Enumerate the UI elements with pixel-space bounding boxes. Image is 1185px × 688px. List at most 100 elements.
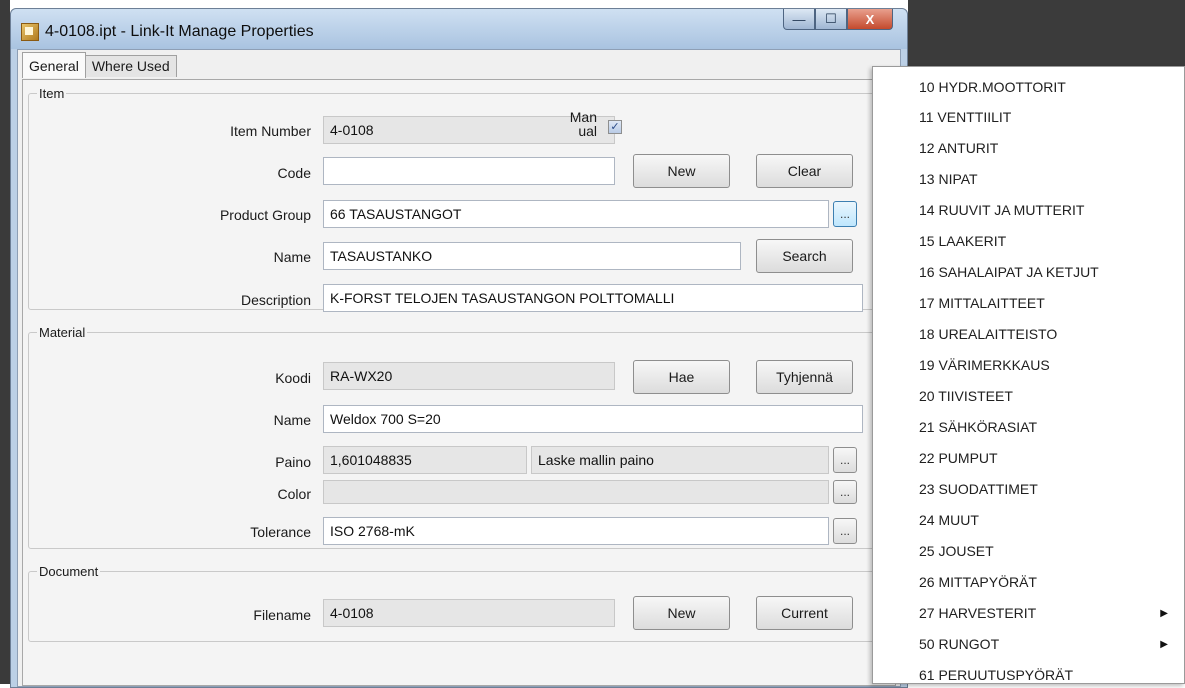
paino-label: Paino xyxy=(275,454,311,470)
item-group-legend: Item xyxy=(39,86,65,101)
material-name-label: Name xyxy=(273,412,311,428)
menu-item-label: 20 TIIVISTEET xyxy=(919,388,1013,404)
menu-item[interactable]: 11 VENTTIILIT xyxy=(873,102,1184,133)
manual-label-line2: ual xyxy=(578,123,597,139)
properties-window: 4-0108.ipt - Link-It Manage Properties —… xyxy=(10,8,908,688)
submenu-arrow-icon: ▶ xyxy=(1160,639,1168,650)
product-group-dropdown: 10 HYDR.MOOTTORIT 11 VENTTIILIT 12 ANTUR… xyxy=(872,66,1185,684)
menu-item-label: 15 LAAKERIT xyxy=(919,233,1007,249)
tolerance-field[interactable] xyxy=(323,517,829,545)
menu-item[interactable]: 27 HARVESTERIT ▶ xyxy=(873,598,1184,629)
item-name-field[interactable] xyxy=(323,242,741,270)
menu-item-label: 17 MITTALAITTEET xyxy=(919,295,1045,311)
menu-item-label: 16 SAHALAIPAT JA KETJUT xyxy=(919,264,1099,280)
item-clear-button[interactable]: Clear xyxy=(756,154,853,188)
document-new-button[interactable]: New xyxy=(633,596,730,630)
menu-item-label: 19 VÄRIMERKKAUS xyxy=(919,357,1050,373)
menu-item[interactable]: 19 VÄRIMERKKAUS xyxy=(873,350,1184,381)
product-group-field[interactable] xyxy=(323,200,829,228)
menu-item[interactable]: 18 UREALAITTEISTO xyxy=(873,319,1184,350)
manual-label-line1: Man xyxy=(569,109,597,125)
general-tab-page: Item Item Number Man ual ✓ Code New Clea… xyxy=(22,79,896,686)
paino-calc-field[interactable] xyxy=(531,446,829,474)
menu-item[interactable]: 22 PUMPUT xyxy=(873,443,1184,474)
hae-button[interactable]: Hae xyxy=(633,360,730,394)
filename-label: Filename xyxy=(253,607,311,623)
minimize-icon[interactable]: — xyxy=(783,9,815,30)
item-number-label: Item Number xyxy=(230,123,311,139)
title-bar[interactable]: 4-0108.ipt - Link-It Manage Properties —… xyxy=(11,9,907,49)
menu-item-label: 23 SUODATTIMET xyxy=(919,481,1038,497)
tyhjenna-button[interactable]: Tyhjennä xyxy=(756,360,853,394)
document-current-button[interactable]: Current xyxy=(756,596,853,630)
description-label: Description xyxy=(240,292,311,308)
app-icon xyxy=(21,23,39,41)
item-name-label: Name xyxy=(273,249,311,265)
menu-item[interactable]: 13 NIPAT xyxy=(873,164,1184,195)
product-group-menu-list: 10 HYDR.MOOTTORIT 11 VENTTIILIT 12 ANTUR… xyxy=(873,67,1184,683)
tolerance-browse-button[interactable]: ... xyxy=(833,518,857,544)
menu-item-label: 18 UREALAITTEISTO xyxy=(919,326,1058,342)
koodi-field[interactable] xyxy=(323,362,615,390)
menu-item-label: 14 RUUVIT JA MUTTERIT xyxy=(919,202,1085,218)
menu-item[interactable]: 50 RUNGOT ▶ xyxy=(873,629,1184,660)
color-label: Color xyxy=(277,486,311,502)
menu-item-label: 13 NIPAT xyxy=(919,171,978,187)
color-field[interactable] xyxy=(323,480,829,504)
submenu-arrow-icon: ▶ xyxy=(1160,608,1168,619)
item-new-button[interactable]: New xyxy=(633,154,730,188)
maximize-icon[interactable]: ☐ xyxy=(815,9,847,30)
menu-item[interactable]: 61 PERUUTUSPYÖRÄT xyxy=(873,660,1184,683)
product-group-label: Product Group xyxy=(219,207,311,223)
menu-item[interactable]: 17 MITTALAITTEET xyxy=(873,288,1184,319)
product-group-browse-button[interactable]: ... xyxy=(833,201,857,227)
menu-item-label: 10 HYDR.MOOTTORIT xyxy=(919,79,1066,95)
menu-item[interactable]: 21 SÄHKÖRASIAT xyxy=(873,412,1184,443)
menu-item[interactable]: 23 SUODATTIMET xyxy=(873,474,1184,505)
filename-field[interactable] xyxy=(323,599,615,627)
material-group: Material xyxy=(28,325,886,549)
paino-field[interactable] xyxy=(323,446,527,474)
paino-browse-button[interactable]: ... xyxy=(833,447,857,473)
manual-label: Man ual xyxy=(537,110,597,138)
menu-item-label: 24 MUUT xyxy=(919,512,979,528)
window-client-area: General Where Used Item Item Number Man … xyxy=(17,49,901,687)
menu-item-label: 61 PERUUTUSPYÖRÄT xyxy=(919,667,1074,683)
menu-item-label: 21 SÄHKÖRASIAT xyxy=(919,419,1038,435)
window-title: 4-0108.ipt - Link-It Manage Properties xyxy=(45,23,314,40)
menu-item-label: 22 PUMPUT xyxy=(919,450,998,466)
menu-item[interactable]: 10 HYDR.MOOTTORIT xyxy=(873,67,1184,102)
koodi-label: Koodi xyxy=(275,370,311,386)
menu-item[interactable]: 24 MUUT xyxy=(873,505,1184,536)
menu-item[interactable]: 14 RUUVIT JA MUTTERIT xyxy=(873,195,1184,226)
code-label: Code xyxy=(277,165,311,181)
menu-item-label: 11 VENTTIILIT xyxy=(919,109,1012,125)
material-group-legend: Material xyxy=(39,325,86,340)
tab-strip: General Where Used xyxy=(22,52,177,79)
tolerance-label: Tolerance xyxy=(250,524,311,540)
menu-item-label: 26 MITTAPYÖRÄT xyxy=(919,574,1037,590)
menu-item[interactable]: 15 LAAKERIT xyxy=(873,226,1184,257)
description-field[interactable] xyxy=(323,284,863,312)
menu-item[interactable]: 26 MITTAPYÖRÄT xyxy=(873,567,1184,598)
color-browse-button[interactable]: ... xyxy=(833,480,857,504)
tab-general[interactable]: General xyxy=(22,52,86,78)
window-controls: — ☐ X xyxy=(783,9,893,31)
menu-item-label: 50 RUNGOT xyxy=(919,636,1000,652)
document-group-legend: Document xyxy=(39,564,99,579)
tab-where-used[interactable]: Where Used xyxy=(84,55,177,77)
material-name-field[interactable] xyxy=(323,405,863,433)
menu-item[interactable]: 20 TIIVISTEET xyxy=(873,381,1184,412)
code-field[interactable] xyxy=(323,157,615,185)
background-left-strip xyxy=(0,0,10,684)
search-button[interactable]: Search xyxy=(756,239,853,273)
menu-item[interactable]: 16 SAHALAIPAT JA KETJUT xyxy=(873,257,1184,288)
menu-item[interactable]: 25 JOUSET xyxy=(873,536,1184,567)
background-dark-area xyxy=(908,0,1185,70)
menu-item-label: 25 JOUSET xyxy=(919,543,994,559)
menu-item-label: 27 HARVESTERIT xyxy=(919,605,1037,621)
manual-checkbox[interactable]: ✓ xyxy=(608,120,622,134)
menu-item-label: 12 ANTURIT xyxy=(919,140,999,156)
close-icon[interactable]: X xyxy=(847,9,893,30)
menu-item[interactable]: 12 ANTURIT xyxy=(873,133,1184,164)
